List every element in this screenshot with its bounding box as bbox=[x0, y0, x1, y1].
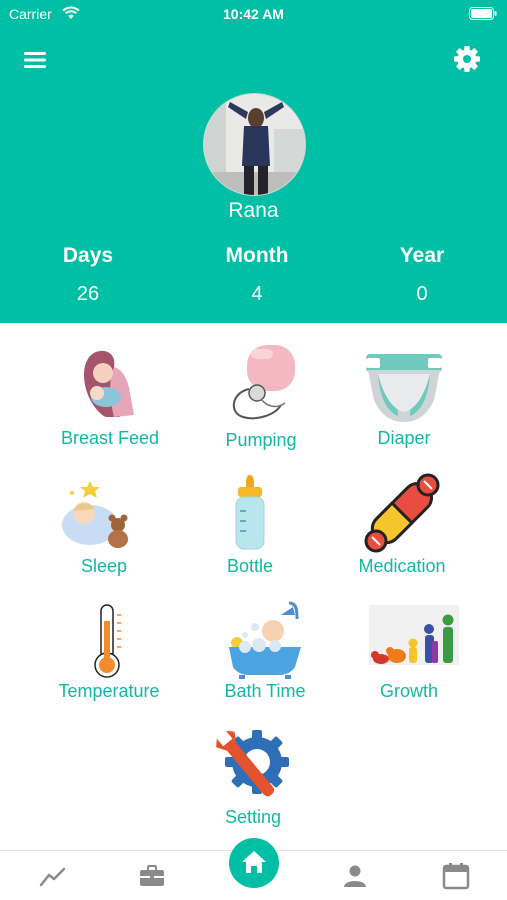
briefcase-icon[interactable] bbox=[137, 861, 167, 891]
baby-bottle-icon bbox=[235, 475, 265, 550]
breast-feed-label: Breast Feed bbox=[60, 428, 160, 448]
days-label: Days bbox=[62, 244, 114, 267]
growth-label: Growth bbox=[379, 681, 439, 701]
home-tab-button[interactable] bbox=[229, 838, 279, 888]
year-value: 0 bbox=[416, 283, 428, 305]
month-stat: Month 4 bbox=[182, 244, 332, 306]
year-stat: Year 0 bbox=[347, 244, 497, 306]
gear-icon[interactable] bbox=[453, 45, 481, 73]
profile-header: Carrier 10:42 AM Rana Days 26 Month 4 Ye… bbox=[0, 0, 507, 323]
person-icon[interactable] bbox=[340, 861, 370, 891]
bathtub-icon bbox=[229, 601, 301, 679]
hamburger-menu-icon[interactable] bbox=[24, 50, 48, 70]
pills-icon bbox=[364, 473, 440, 553]
month-label: Month bbox=[225, 244, 289, 267]
breast-pump-icon bbox=[233, 345, 295, 420]
breast-feed-tile[interactable]: Breast Feed bbox=[30, 345, 190, 465]
sleep-label: Sleep bbox=[80, 556, 128, 576]
medication-tile[interactable]: Medication bbox=[322, 473, 482, 593]
year-label: Year bbox=[399, 244, 445, 267]
days-value: 26 bbox=[76, 283, 100, 305]
pumping-tile[interactable]: Pumping bbox=[181, 343, 341, 463]
growth-children-icon bbox=[369, 605, 459, 665]
bath-time-tile[interactable]: Bath Time bbox=[185, 601, 345, 721]
days-stat: Days 26 bbox=[13, 244, 163, 306]
bottle-label: Bottle bbox=[226, 556, 274, 576]
bottle-tile[interactable]: Bottle bbox=[170, 473, 330, 593]
profile-avatar[interactable] bbox=[203, 93, 306, 196]
growth-tile[interactable]: Growth bbox=[329, 601, 489, 721]
setting-label: Setting bbox=[224, 807, 282, 827]
wrench-gear-icon bbox=[216, 730, 289, 797]
status-time: 10:42 AM bbox=[223, 6, 284, 22]
diaper-tile[interactable]: Diaper bbox=[324, 350, 484, 470]
battery-icon bbox=[469, 7, 497, 20]
temperature-tile[interactable]: Temperature bbox=[29, 601, 189, 721]
setting-tile[interactable]: Setting bbox=[173, 726, 333, 846]
sleep-tile[interactable]: Sleep bbox=[24, 473, 184, 593]
status-bar: Carrier 10:42 AM bbox=[0, 0, 507, 28]
thermometer-icon bbox=[94, 604, 121, 678]
bath-time-label: Bath Time bbox=[224, 681, 306, 701]
calendar-icon[interactable] bbox=[441, 861, 471, 891]
month-value: 4 bbox=[251, 283, 263, 305]
pumping-label: Pumping bbox=[225, 430, 297, 450]
sleeping-baby-icon bbox=[62, 481, 128, 548]
diaper-icon bbox=[366, 354, 442, 422]
age-stats: Days 26 Month 4 Year 0 bbox=[0, 244, 507, 314]
temperature-label: Temperature bbox=[58, 681, 160, 701]
home-icon bbox=[242, 851, 266, 873]
trend-chart-icon[interactable] bbox=[38, 861, 68, 891]
profile-name: Rana bbox=[228, 199, 279, 222]
breastfeeding-icon bbox=[84, 350, 134, 417]
activity-grid: Breast Feed Pumping Diaper Sleep Bottle … bbox=[0, 323, 507, 848]
medication-label: Medication bbox=[358, 556, 446, 576]
diaper-label: Diaper bbox=[377, 428, 431, 448]
